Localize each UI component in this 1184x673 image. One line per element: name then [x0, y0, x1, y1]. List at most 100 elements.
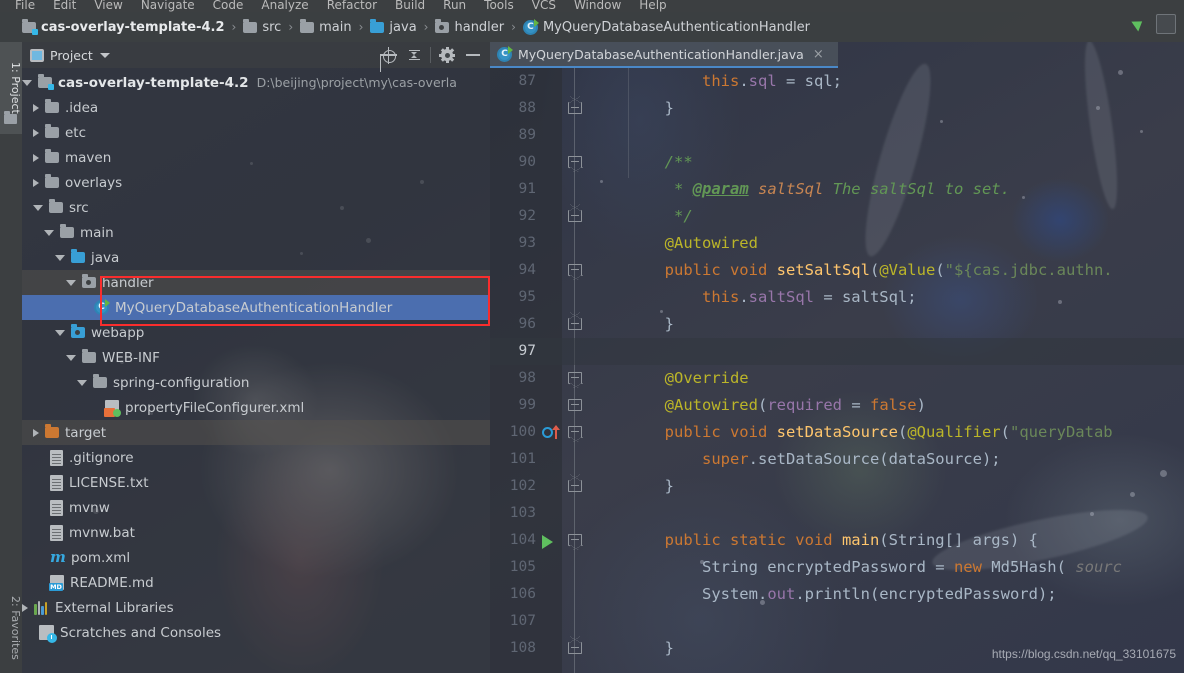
tree-row-web-inf[interactable]: WEB-INF [22, 345, 490, 370]
code-fold-toggle[interactable] [568, 204, 582, 222]
code-line-106[interactable]: 106 System.out.println(encryptedPassword… [490, 581, 1184, 608]
run-method-icon[interactable] [542, 535, 553, 549]
code-line-97[interactable]: 97 [490, 338, 1184, 365]
toolbar-button-icon[interactable] [1156, 14, 1176, 34]
gear-icon[interactable] [434, 42, 460, 68]
breadcrumb-item-handler[interactable]: handler [435, 18, 504, 35]
tree-row-mvnw[interactable]: mvnw [22, 495, 490, 520]
code-line-87[interactable]: 87 this.sql = sql; [490, 68, 1184, 95]
collapse-all-icon[interactable] [401, 42, 427, 68]
tree-row--gitignore[interactable]: .gitignore [22, 445, 490, 470]
tree-twisty-open[interactable] [33, 204, 43, 211]
tree-row-license-txt[interactable]: LICENSE.txt [22, 470, 490, 495]
locate-icon[interactable] [375, 42, 401, 68]
code-line-95[interactable]: 95 this.saltSql = saltSql; [490, 284, 1184, 311]
tree-twisty-open[interactable] [44, 229, 54, 236]
menu-item-file[interactable]: File [6, 0, 44, 12]
tree-twisty-closed[interactable] [22, 603, 28, 612]
code-line-99[interactable]: 99 @Autowired(required = false) [490, 392, 1184, 419]
tree-row-maven[interactable]: maven [22, 145, 490, 170]
code-line-100[interactable]: 100 public void setDataSource(@Qualifier… [490, 419, 1184, 446]
tree-twisty-open[interactable] [55, 329, 65, 336]
code-fold-toggle[interactable] [568, 96, 582, 114]
code-fold-toggle[interactable] [568, 636, 582, 654]
editor-tab-active[interactable]: MyQueryDatabaseAuthenticationHandler.jav… [490, 42, 838, 68]
tree-row-target[interactable]: target [22, 420, 490, 445]
menu-item-window[interactable]: Window [565, 0, 630, 12]
tree-row-myquerydatabaseauthenticationhandler[interactable]: MyQueryDatabaseAuthenticationHandler [22, 295, 490, 320]
tree-twisty-open[interactable] [55, 254, 65, 261]
tree-twisty-open[interactable] [66, 354, 76, 361]
menu-item-edit[interactable]: Edit [44, 0, 85, 12]
code-fold-toggle[interactable] [568, 534, 582, 546]
menu-item-help[interactable]: Help [630, 0, 675, 12]
project-tree[interactable]: cas-overlay-template-4.2 D:\beijing\proje… [22, 68, 490, 645]
tree-twisty-closed[interactable] [33, 128, 39, 137]
code-fold-toggle[interactable] [568, 399, 582, 411]
tree-twisty-closed[interactable] [33, 428, 39, 437]
minimize-icon[interactable] [460, 42, 486, 68]
code-line-88[interactable]: 88 } [490, 95, 1184, 122]
code-fold-toggle[interactable] [568, 156, 582, 168]
code-line-103[interactable]: 103 [490, 500, 1184, 527]
code-line-89[interactable]: 89 [490, 122, 1184, 149]
code-fold-toggle[interactable] [568, 474, 582, 492]
tree-twisty-closed[interactable] [33, 178, 39, 187]
tree-row-etc[interactable]: etc [22, 120, 490, 145]
tree-row-webapp[interactable]: webapp [22, 320, 490, 345]
override-method-icon[interactable] [542, 425, 564, 440]
code-line-90[interactable]: 90 /** [490, 149, 1184, 176]
tree-row-handler[interactable]: handler [22, 270, 490, 295]
menu-item-tools[interactable]: Tools [475, 0, 523, 12]
tree-twisty-open[interactable] [77, 379, 87, 386]
code-line-91[interactable]: 91 * @param saltSql The saltSql to set. [490, 176, 1184, 203]
tree-row-src[interactable]: src [22, 195, 490, 220]
code-line-105[interactable]: 105 String encryptedPassword = new Md5Ha… [490, 554, 1184, 581]
tree-row-overlays[interactable]: overlays [22, 170, 490, 195]
tree-row-readme-md[interactable]: MD README.md [22, 570, 490, 595]
code-fold-toggle[interactable] [568, 372, 582, 384]
menu-item-code[interactable]: Code [204, 0, 253, 12]
tree-row-external-libraries[interactable]: External Libraries [22, 595, 490, 620]
tree-row-main[interactable]: main [22, 220, 490, 245]
tree-twisty-closed[interactable] [33, 153, 39, 162]
menu-item-run[interactable]: Run [434, 0, 475, 12]
tree-row-cas-overlay-template-4-2[interactable]: cas-overlay-template-4.2 D:\beijing\proje… [22, 70, 490, 95]
tree-row--idea[interactable]: .idea [22, 95, 490, 120]
code-line-93[interactable]: 93 @Autowired [490, 230, 1184, 257]
breadcrumb-item-class[interactable]: MyQueryDatabaseAuthenticationHandler [522, 18, 810, 35]
close-icon[interactable]: × [813, 48, 824, 61]
tree-twisty-open[interactable] [22, 79, 32, 86]
tree-row-spring-configuration[interactable]: spring-configuration [22, 370, 490, 395]
breadcrumb-item-src[interactable]: src [243, 18, 281, 35]
breadcrumb-item-java[interactable]: java [370, 18, 417, 35]
code-line-96[interactable]: 96 } [490, 311, 1184, 338]
tree-row-java[interactable]: java [22, 245, 490, 270]
breadcrumb-item-main[interactable]: main [300, 18, 352, 35]
tree-twisty-closed[interactable] [33, 103, 39, 112]
menu-item-view[interactable]: View [85, 0, 131, 12]
run-arrow-icon[interactable] [1130, 15, 1148, 33]
tree-row-pom-xml[interactable]: m pom.xml [22, 545, 490, 570]
menu-item-refactor[interactable]: Refactor [318, 0, 386, 12]
menu-bar[interactable]: File Edit View Navigate Code Analyze Ref… [0, 0, 1184, 12]
code-line-92[interactable]: 92 */ [490, 203, 1184, 230]
tree-row-propertyfileconfigurer-xml[interactable]: propertyFileConfigurer.xml [22, 395, 490, 420]
chevron-down-icon[interactable] [99, 52, 110, 58]
menu-item-vcs[interactable]: VCS [523, 0, 565, 12]
menu-item-build[interactable]: Build [386, 0, 434, 12]
tree-row-mvnw-bat[interactable]: mvnw.bat [22, 520, 490, 545]
code-fold-toggle[interactable] [568, 264, 582, 276]
tree-twisty-open[interactable] [66, 279, 76, 286]
menu-item-analyze[interactable]: Analyze [252, 0, 317, 12]
code-line-102[interactable]: 102 } [490, 473, 1184, 500]
code-line-104[interactable]: 104 public static void main(String[] arg… [490, 527, 1184, 554]
code-line-107[interactable]: 107 [490, 608, 1184, 635]
code-area[interactable]: 87 this.sql = sql; 88 } 89 90 /** 91 * @para… [490, 68, 1184, 673]
tree-row-scratches-and-consoles[interactable]: Scratches and Consoles [22, 620, 490, 645]
code-line-94[interactable]: 94 public void setSaltSql(@Value("${cas.… [490, 257, 1184, 284]
menu-item-navigate[interactable]: Navigate [132, 0, 204, 12]
code-line-98[interactable]: 98 @Override [490, 365, 1184, 392]
code-fold-toggle[interactable] [568, 312, 582, 330]
code-line-101[interactable]: 101 super.setDataSource(dataSource); [490, 446, 1184, 473]
